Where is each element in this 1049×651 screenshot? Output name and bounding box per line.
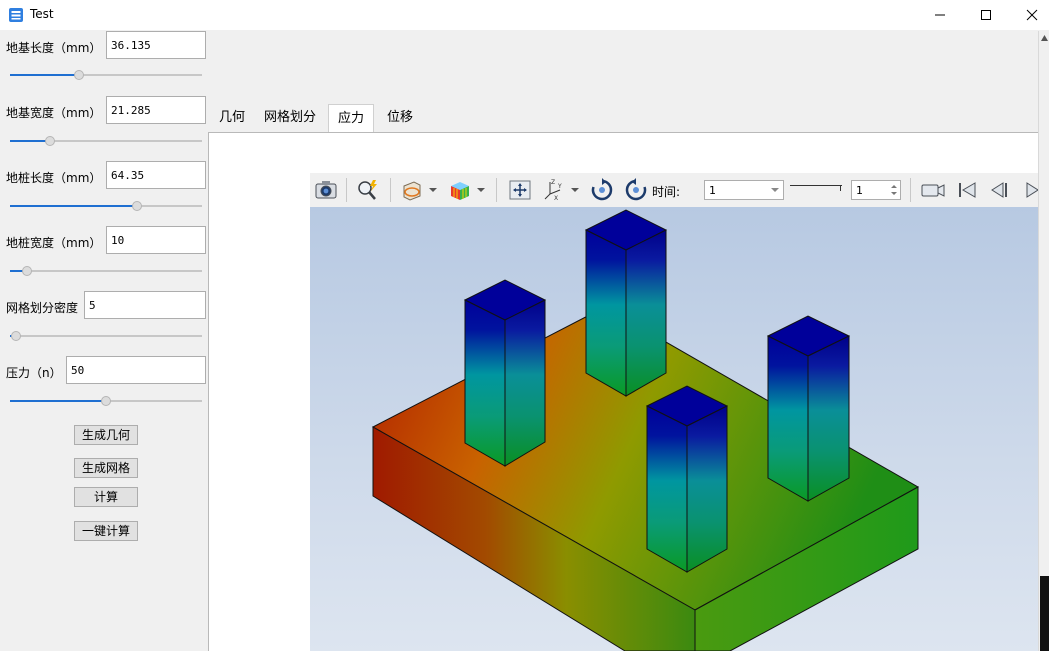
pile-width-label: 地桩宽度（mm） xyxy=(6,236,102,250)
pile-left xyxy=(463,279,547,467)
svg-text:Z: Z xyxy=(551,179,555,186)
tab-displacement[interactable]: 位移 xyxy=(380,104,420,132)
minimize-button[interactable] xyxy=(917,0,963,30)
generate-geometry-button[interactable]: 生成几何 xyxy=(74,425,138,445)
camera-icon[interactable] xyxy=(314,178,338,202)
scroll-up-icon[interactable] xyxy=(1041,35,1048,41)
toolbar-separator xyxy=(910,178,911,202)
stress-result-viewport[interactable] xyxy=(310,207,1038,651)
minimize-icon xyxy=(935,14,945,16)
close-icon xyxy=(1026,9,1038,21)
pressure-slider[interactable] xyxy=(10,394,202,408)
chevron-down-icon[interactable] xyxy=(570,178,580,202)
rotate-cw-icon[interactable] xyxy=(590,178,614,202)
maximize-button[interactable] xyxy=(963,0,1009,30)
foundation-width-label: 地基宽度（mm） xyxy=(6,106,102,120)
mesh-density-label: 网格划分密度 xyxy=(6,301,79,315)
time-label: 时间: xyxy=(652,185,681,199)
axes-icon[interactable]: Z Y X xyxy=(542,178,566,202)
toolbar-separator xyxy=(496,178,497,202)
svg-text:Y: Y xyxy=(557,183,562,190)
stress-model-render xyxy=(371,209,920,651)
foundation-width-input[interactable]: 21.285 xyxy=(106,96,206,124)
pile-width-input[interactable]: 10 xyxy=(106,226,206,254)
play-icon[interactable] xyxy=(1024,178,1038,202)
foundation-length-label: 地基长度（mm） xyxy=(6,41,102,55)
toolbar-separator xyxy=(390,178,391,202)
record-video-icon[interactable] xyxy=(920,178,946,202)
first-frame-icon[interactable] xyxy=(956,178,978,202)
generate-mesh-button[interactable]: 生成网格 xyxy=(74,458,138,478)
tab-stress[interactable]: 应力 xyxy=(328,104,374,133)
pressure-label: 压力（n） xyxy=(6,366,62,380)
mesh-density-slider[interactable] xyxy=(10,329,202,343)
pile-length-label: 地桩长度（mm） xyxy=(6,171,102,185)
rotate-ccw-icon[interactable] xyxy=(624,178,648,202)
time-select[interactable]: 1 xyxy=(704,180,784,200)
slider-thumb[interactable] xyxy=(22,266,33,276)
foundation-width-slider[interactable] xyxy=(10,134,202,148)
step-spinner[interactable]: 1 xyxy=(851,180,901,200)
clip-plane-icon[interactable] xyxy=(400,178,424,202)
tab-mesh[interactable]: 网格划分 xyxy=(260,104,320,132)
time-step-handle[interactable] xyxy=(840,185,841,191)
app-icon xyxy=(9,8,23,22)
spinner-arrows-icon[interactable] xyxy=(891,183,897,197)
pile-length-slider[interactable] xyxy=(10,199,202,213)
time-select-value: 1 xyxy=(709,184,716,197)
scrollbar-thumb[interactable] xyxy=(1040,576,1049,651)
slider-thumb[interactable] xyxy=(101,396,111,406)
mesh-density-input[interactable]: 5 xyxy=(84,291,206,319)
svg-text:X: X xyxy=(554,195,558,202)
compute-button[interactable]: 计算 xyxy=(74,487,138,507)
chevron-down-icon[interactable] xyxy=(476,178,486,202)
tab-geometry[interactable]: 几何 xyxy=(214,104,250,132)
step-spinner-value: 1 xyxy=(856,184,863,197)
window-title: Test xyxy=(30,7,54,21)
maximize-icon xyxy=(981,10,991,20)
color-cube-icon[interactable] xyxy=(448,178,472,202)
viewer-toolbar: Z Y X 时间: 1 1 xyxy=(310,173,1038,208)
pile-right xyxy=(766,315,851,502)
pile-front xyxy=(645,385,729,573)
pressure-input[interactable]: 50 xyxy=(66,356,206,384)
slider-thumb[interactable] xyxy=(10,331,21,341)
time-step-slider[interactable] xyxy=(790,185,842,186)
vertical-scrollbar[interactable] xyxy=(1038,31,1049,651)
close-button[interactable] xyxy=(1009,0,1049,30)
chevron-down-icon[interactable] xyxy=(428,178,438,202)
zoom-probe-icon[interactable] xyxy=(356,178,380,202)
title-bar: Test xyxy=(0,0,1049,30)
foundation-length-slider[interactable] xyxy=(10,68,202,82)
foundation-length-input[interactable]: 36.135 xyxy=(106,31,206,59)
pile-width-slider[interactable] xyxy=(10,264,202,278)
chevron-down-icon xyxy=(771,188,779,192)
pile-length-input[interactable]: 64.35 xyxy=(106,161,206,189)
slider-thumb[interactable] xyxy=(45,136,56,146)
fit-view-icon[interactable] xyxy=(508,178,532,202)
one-click-compute-button[interactable]: 一键计算 xyxy=(74,521,138,541)
previous-frame-icon[interactable] xyxy=(988,178,1010,202)
slider-thumb[interactable] xyxy=(74,70,85,80)
slider-thumb[interactable] xyxy=(131,201,142,211)
pile-back xyxy=(584,209,668,397)
toolbar-separator xyxy=(346,178,347,202)
